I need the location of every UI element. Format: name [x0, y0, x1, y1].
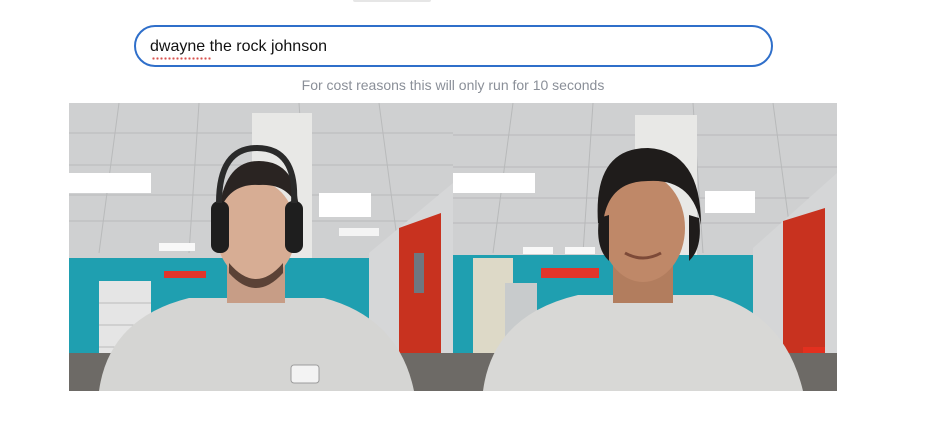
ai-output-image — [453, 103, 837, 391]
prompt-input[interactable] — [150, 35, 750, 59]
camera-input-image — [69, 103, 453, 391]
spellcheck-underline — [152, 57, 211, 60]
camera-input-frame — [69, 103, 453, 391]
ai-output-frame — [453, 103, 837, 391]
cost-note: For cost reasons this will only run for … — [301, 77, 605, 93]
prompt-field-container[interactable] — [134, 25, 773, 67]
top-tab-indicator — [353, 0, 431, 2]
